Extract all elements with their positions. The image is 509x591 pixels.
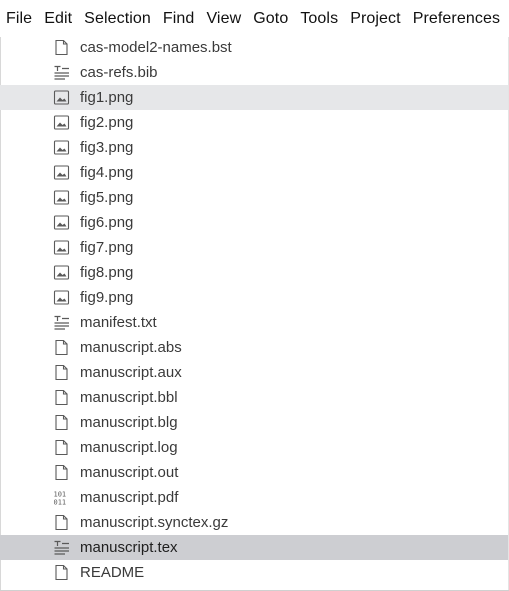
file-icon xyxy=(53,464,70,481)
menu-file[interactable]: File xyxy=(0,0,38,37)
file-icon xyxy=(53,39,70,56)
file-icon xyxy=(53,414,70,431)
file-row[interactable]: fig4.png xyxy=(0,160,509,185)
file-name: manuscript.pdf xyxy=(80,489,179,506)
file-icon xyxy=(53,364,70,381)
text-file-icon xyxy=(53,539,70,556)
image-file-icon xyxy=(53,89,70,106)
image-file-icon xyxy=(53,139,70,156)
file-name: README xyxy=(80,564,145,581)
file-name: fig3.png xyxy=(80,139,134,156)
file-name: manuscript.blg xyxy=(80,414,178,431)
file-name: fig9.png xyxy=(80,289,134,306)
image-file-icon xyxy=(53,214,70,231)
menu-bar: File Edit Selection Find View Goto Tools Projec… xyxy=(0,0,509,37)
file-name: manuscript.out xyxy=(80,464,179,481)
menu-preferences[interactable]: Preferences xyxy=(407,0,506,37)
file-row[interactable]: manuscript.bbl xyxy=(0,385,509,410)
image-file-icon xyxy=(53,239,70,256)
file-row[interactable]: fig7.png xyxy=(0,235,509,260)
image-file-icon xyxy=(53,164,70,181)
file-icon xyxy=(53,389,70,406)
file-row[interactable]: manuscript.out xyxy=(0,460,509,485)
file-name: manuscript.synctex.gz xyxy=(80,514,229,531)
file-name: manuscript.abs xyxy=(80,339,182,356)
file-row[interactable]: manuscript.tex xyxy=(0,535,509,560)
file-icon xyxy=(53,564,70,581)
file-name: fig2.png xyxy=(80,114,134,131)
menu-tools[interactable]: Tools xyxy=(294,0,344,37)
image-file-icon xyxy=(53,289,70,306)
file-name: fig1.png xyxy=(80,89,134,106)
svg-text:101: 101 xyxy=(54,491,67,499)
file-row[interactable]: manifest.txt xyxy=(0,310,509,335)
sidebar-file-list: cas-model2-names.bst cas-refs.bib fig1.png… xyxy=(0,35,509,585)
text-file-icon xyxy=(53,64,70,81)
svg-text:011: 011 xyxy=(54,499,67,507)
file-name: manuscript.tex xyxy=(80,539,178,556)
file-name: cas-model2-names.bst xyxy=(80,39,232,56)
file-name: manifest.txt xyxy=(80,314,157,331)
file-row[interactable]: cas-model2-names.bst xyxy=(0,35,509,60)
image-file-icon xyxy=(53,114,70,131)
file-name: manuscript.log xyxy=(80,439,178,456)
file-row[interactable]: manuscript.synctex.gz xyxy=(0,510,509,535)
text-file-icon xyxy=(53,314,70,331)
menu-find[interactable]: Find xyxy=(157,0,201,37)
file-row[interactable]: manuscript.log xyxy=(0,435,509,460)
file-row[interactable]: manuscript.blg xyxy=(0,410,509,435)
file-row[interactable]: manuscript.aux xyxy=(0,360,509,385)
file-name: cas-refs.bib xyxy=(80,64,158,81)
binary-file-icon: 101 011 xyxy=(53,489,70,507)
file-name: fig7.png xyxy=(80,239,134,256)
file-name: manuscript.bbl xyxy=(80,389,178,406)
image-file-icon xyxy=(53,189,70,206)
menu-selection[interactable]: Selection xyxy=(78,0,157,37)
file-row[interactable]: 101 011 manuscript.pdf xyxy=(0,485,509,510)
file-icon xyxy=(53,439,70,456)
menu-project[interactable]: Project xyxy=(344,0,407,37)
file-name: fig6.png xyxy=(80,214,134,231)
file-icon xyxy=(53,339,70,356)
menu-view[interactable]: View xyxy=(200,0,247,37)
file-icon xyxy=(53,514,70,531)
file-name: fig8.png xyxy=(80,264,134,281)
menu-edit[interactable]: Edit xyxy=(38,0,78,37)
file-row[interactable]: cas-refs.bib xyxy=(0,60,509,85)
file-row[interactable]: fig6.png xyxy=(0,210,509,235)
file-name: manuscript.aux xyxy=(80,364,182,381)
menu-goto[interactable]: Goto xyxy=(247,0,294,37)
file-row[interactable]: fig2.png xyxy=(0,110,509,135)
file-row[interactable]: fig1.png xyxy=(0,85,509,110)
file-row[interactable]: fig3.png xyxy=(0,135,509,160)
file-row[interactable]: README xyxy=(0,560,509,585)
app-window: File Edit Selection Find View Goto Tools Projec… xyxy=(0,0,509,591)
image-file-icon xyxy=(53,264,70,281)
file-row[interactable]: manuscript.abs xyxy=(0,335,509,360)
file-row[interactable]: fig8.png xyxy=(0,260,509,285)
file-name: fig4.png xyxy=(80,164,134,181)
file-name: fig5.png xyxy=(80,189,134,206)
file-row[interactable]: fig9.png xyxy=(0,285,509,310)
file-row[interactable]: fig5.png xyxy=(0,185,509,210)
